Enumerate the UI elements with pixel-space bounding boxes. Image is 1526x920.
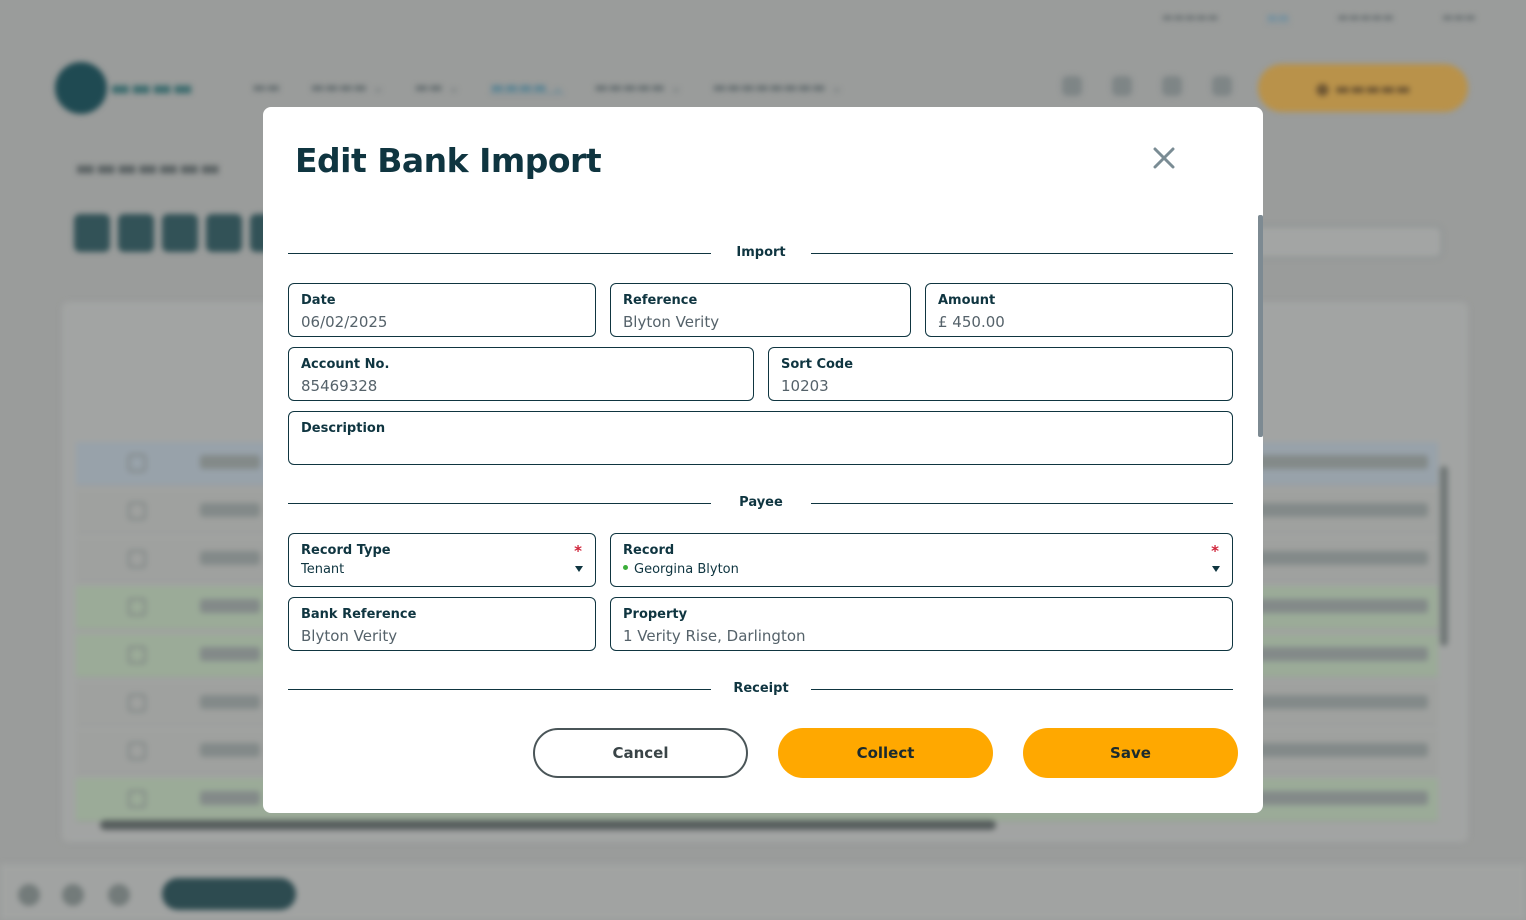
required-marker: * (1211, 542, 1219, 560)
field-label: Description (301, 421, 386, 436)
section-label: Receipt (733, 681, 789, 696)
bottom-icon (18, 884, 40, 906)
bell-icon (1112, 76, 1132, 96)
logo-text: ▬▬▬▬ (110, 76, 194, 101)
collect-button[interactable]: Collect (778, 728, 993, 778)
record-select[interactable]: Record * Georgina Blyton (610, 533, 1233, 587)
nav-item: ▬▬▬▬ ⌄ (310, 78, 385, 96)
chevron-down-icon (1212, 566, 1220, 572)
grid-icon (1062, 76, 1082, 96)
bottom-icon (62, 884, 84, 906)
field-value: 06/02/2025 (301, 313, 388, 331)
field-value: Tenant (301, 562, 345, 577)
my-account-button: ● ▬▬▬▬▬ (1258, 64, 1468, 112)
top-link: ▬▬▬ (1441, 10, 1476, 24)
toolbar-button (162, 214, 198, 252)
field-label: Record Type (301, 543, 391, 558)
field-label: Sort Code (781, 357, 854, 372)
search-input (1250, 226, 1442, 258)
field-label: Amount (938, 293, 996, 308)
notification-icon (1162, 76, 1182, 96)
main-nav: ▬▬ ▬▬▬▬ ⌄ ▬▬ ⌄ ▬▬▬▬ ⌄ ▬▬▬▬▬ ⌄ ▬▬▬▬▬▬▬▬ ⌄ (252, 78, 843, 96)
date-field[interactable]: Date 06/02/2025 (288, 283, 596, 337)
section-divider-import: Import (288, 244, 1233, 264)
record-type-select[interactable]: Record Type * Tenant (288, 533, 596, 587)
nav-item: ▬▬▬▬▬▬▬▬ ⌄ (712, 78, 844, 96)
nav-item: ▬▬ ⌄ (414, 78, 461, 96)
field-label: Account No. (301, 357, 390, 372)
status-dot-icon (623, 565, 628, 570)
top-link: ▬▬▬▬▬ (1337, 10, 1394, 24)
horizontal-scrollbar (100, 820, 996, 830)
cancel-button[interactable]: Cancel (533, 728, 748, 778)
section-label: Payee (739, 495, 783, 510)
nav-item: ▬▬▬▬▬ ⌄ (594, 78, 683, 96)
section-label: Import (736, 245, 786, 260)
field-label: Reference (623, 293, 698, 308)
close-icon (1153, 147, 1175, 169)
field-value: 85469328 (301, 377, 378, 395)
close-button[interactable] (1149, 143, 1179, 173)
toolbar-button (206, 214, 242, 252)
edit-bank-import-modal: Edit Bank Import Import Date 06/02/2025 … (263, 107, 1263, 813)
top-link: ▬▬ (1266, 10, 1290, 24)
logo (55, 62, 107, 114)
nav-item: ▬▬ (252, 78, 281, 96)
field-value: Georgina Blyton (634, 562, 739, 577)
chevron-down-icon (575, 566, 583, 572)
property-field[interactable]: Property 1 Verity Rise, Darlington (610, 597, 1233, 651)
field-label: Property (623, 607, 688, 622)
modal-scrollbar[interactable] (1258, 215, 1263, 437)
toolbar-button (74, 214, 110, 252)
required-marker: * (574, 542, 582, 560)
modal-title: Edit Bank Import (295, 141, 602, 180)
field-label: Record (623, 543, 675, 558)
vertical-scrollbar (1440, 466, 1448, 646)
section-divider-payee: Payee (288, 494, 1233, 514)
top-link: ▬▬▬▬▬ (1161, 10, 1219, 24)
field-label: Bank Reference (301, 607, 417, 622)
field-value: 10203 (781, 377, 829, 395)
toolbar-button (118, 214, 154, 252)
bottom-icon (108, 884, 130, 906)
header-icons (1062, 76, 1232, 96)
field-value: £ 450.00 (938, 313, 1005, 331)
save-button[interactable]: Save (1023, 728, 1238, 778)
sort-code-field[interactable]: Sort Code 10203 (768, 347, 1233, 401)
bank-reference-field[interactable]: Bank Reference Blyton Verity (288, 597, 596, 651)
toolbar (74, 214, 286, 252)
field-label: Date (301, 293, 336, 308)
page-heading: ▬▬▬▬▬▬▬ (75, 156, 221, 181)
account-no-field[interactable]: Account No. 85469328 (288, 347, 754, 401)
amount-field[interactable]: Amount £ 450.00 (925, 283, 1233, 337)
top-links: ▬▬▬▬▬ ▬▬ ▬▬▬▬▬ ▬▬▬ (1162, 10, 1476, 24)
section-divider-receipt: Receipt (288, 680, 1233, 700)
bottom-pill (162, 878, 296, 910)
nav-item: ▬▬▬▬ ⌄ (490, 78, 565, 96)
field-value: Blyton Verity (301, 627, 398, 645)
field-value: Blyton Verity (623, 313, 720, 331)
field-value-wrap: Georgina Blyton (623, 562, 739, 577)
reference-field[interactable]: Reference Blyton Verity (610, 283, 911, 337)
bottom-bar (0, 864, 1526, 920)
field-value: 1 Verity Rise, Darlington (623, 627, 806, 645)
search-icon (1212, 76, 1232, 96)
description-field[interactable]: Description (288, 411, 1233, 465)
